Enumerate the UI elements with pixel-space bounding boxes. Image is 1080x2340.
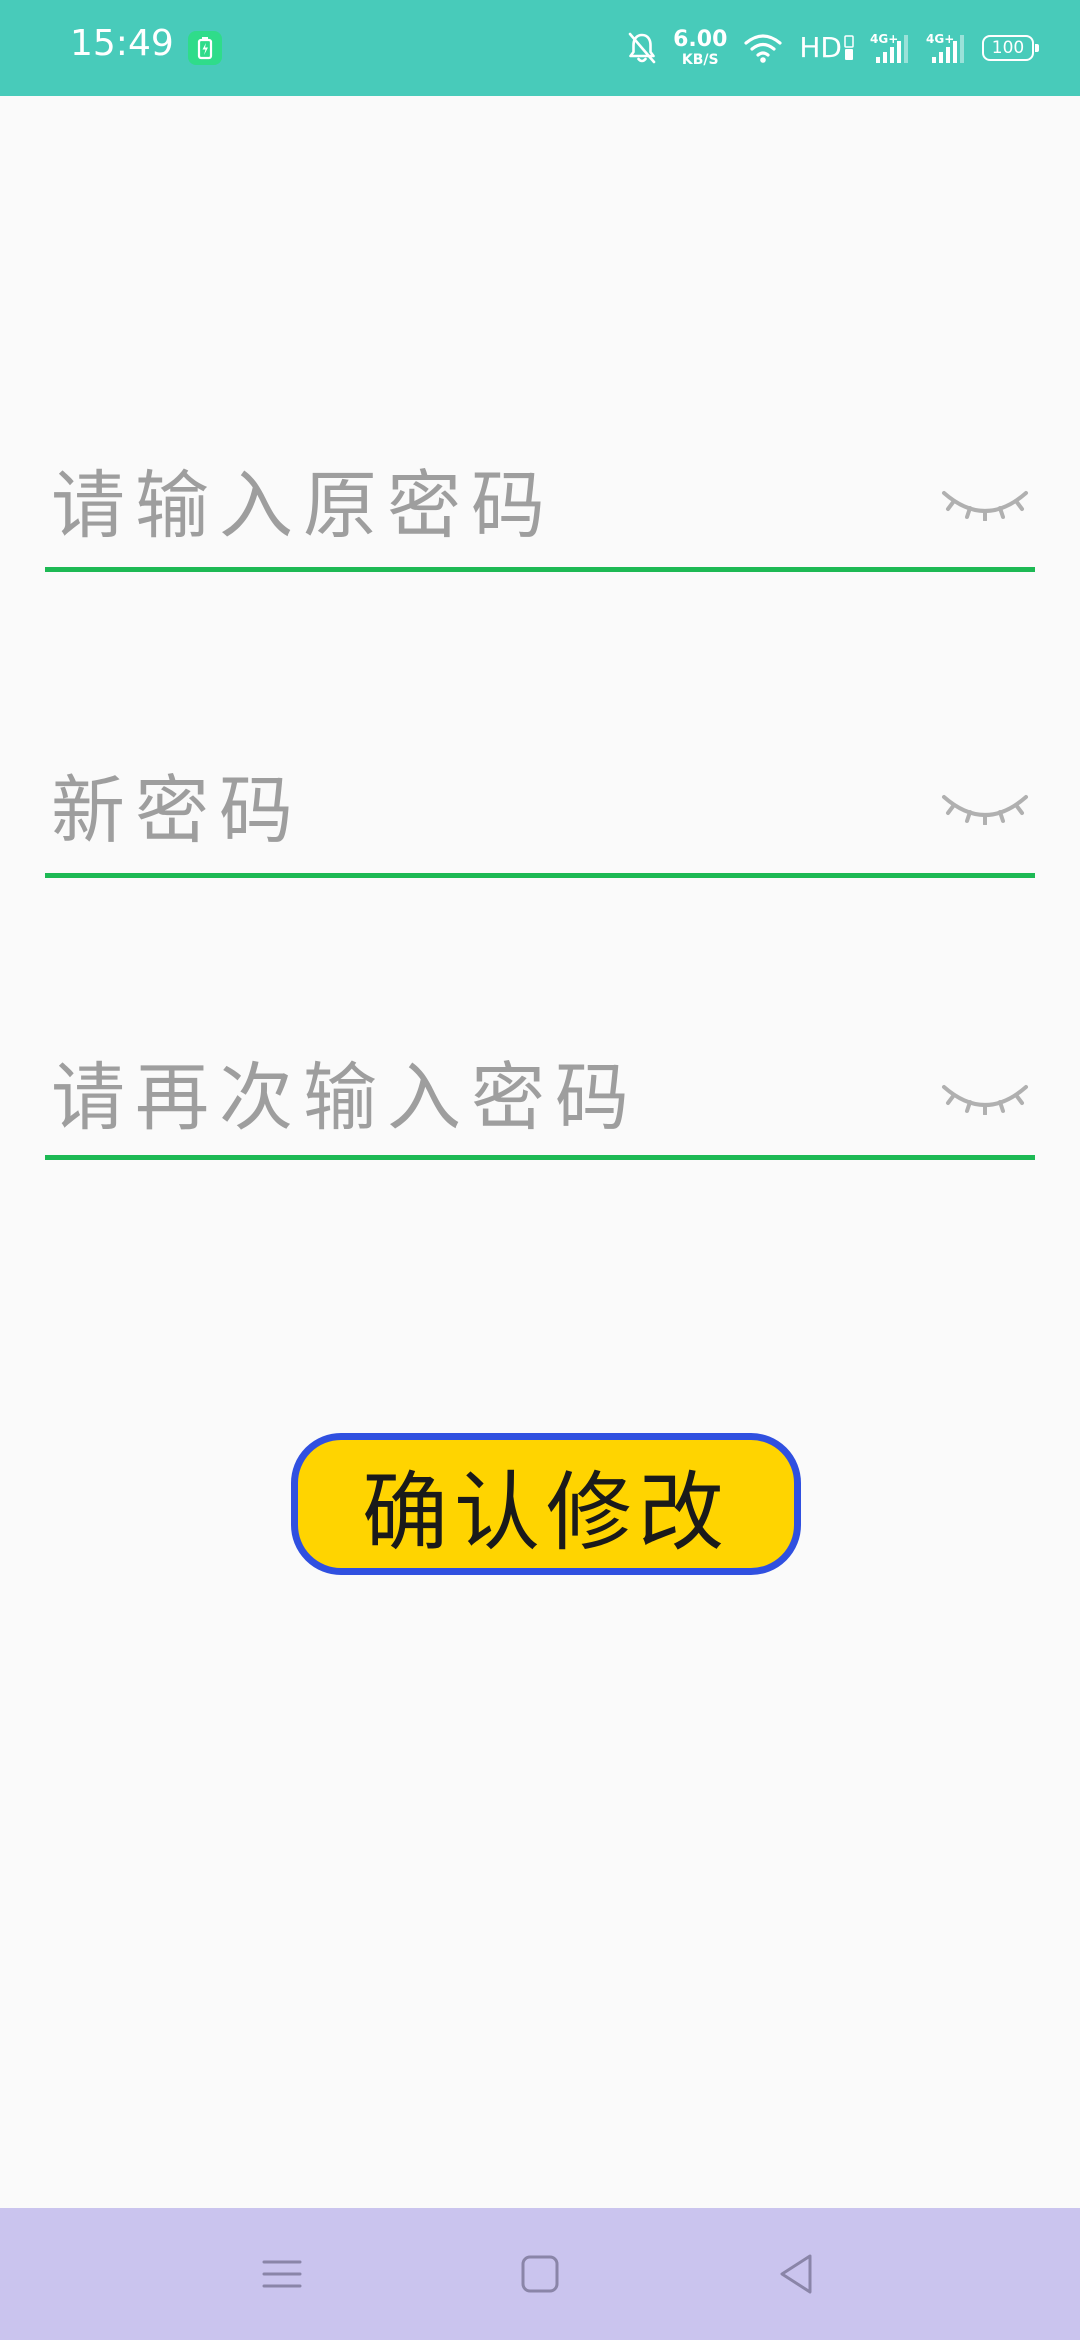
field-underline	[45, 873, 1035, 878]
status-time: 15:49	[70, 23, 174, 64]
old-password-input[interactable]	[45, 440, 925, 572]
field-underline	[45, 567, 1035, 572]
battery-level: 100	[991, 37, 1025, 58]
signal-4g-icon: 4G+	[926, 31, 966, 65]
net-speed-unit: KB/S	[681, 52, 719, 68]
status-bar: 15:49 6.00 KB/S HD 4G+ 4G+ 100	[0, 0, 1080, 96]
new-password-field	[45, 744, 1035, 878]
eye-closed-icon[interactable]	[935, 778, 1035, 838]
signal-4g-icon: 4G+	[870, 31, 910, 65]
eye-closed-icon[interactable]	[935, 474, 1035, 534]
menu-icon[interactable]	[222, 2208, 342, 2340]
hd-label: HD	[799, 31, 842, 64]
home-icon[interactable]	[480, 2208, 600, 2340]
bell-muted-icon	[627, 31, 657, 65]
confirm-password-field	[45, 1036, 1035, 1160]
back-icon[interactable]	[736, 2208, 856, 2340]
confirm-password-input[interactable]	[45, 1036, 925, 1160]
net-speed-value: 6.00	[673, 27, 728, 52]
eye-closed-icon[interactable]	[935, 1068, 1035, 1128]
confirm-change-button[interactable]: 确认修改	[291, 1433, 801, 1575]
field-underline	[45, 1155, 1035, 1160]
hd-indicator: HD	[799, 34, 854, 62]
wifi-icon	[743, 32, 783, 64]
status-icons: 6.00 KB/S HD 4G+ 4G+ 100	[627, 0, 1039, 96]
old-password-field	[45, 440, 1035, 572]
svg-text:4G+: 4G+	[926, 32, 954, 46]
battery-icon: 100	[982, 35, 1039, 61]
battery-saver-icon	[188, 31, 222, 65]
new-password-input[interactable]	[45, 744, 925, 878]
net-speed: 6.00 KB/S	[673, 27, 728, 68]
svg-text:4G+: 4G+	[870, 32, 898, 46]
navigation-bar	[0, 2208, 1080, 2340]
